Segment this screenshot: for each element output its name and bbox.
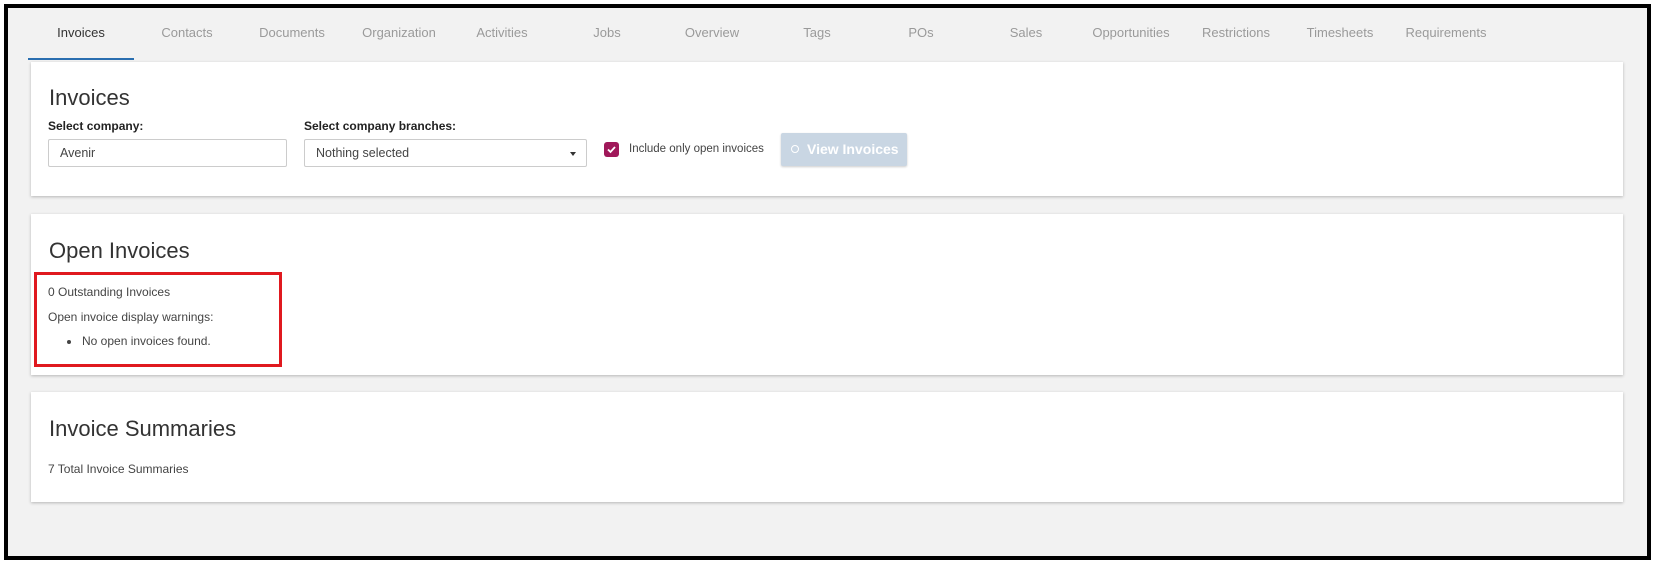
highlight-box [34,272,282,367]
branches-select-value: Nothing selected [316,146,410,160]
tab-documents[interactable]: Documents [249,24,335,58]
tab-pos[interactable]: POs [878,24,964,58]
total-summaries: 7 Total Invoice Summaries [48,462,189,476]
view-invoices-button[interactable]: View Invoices [781,133,907,166]
checkmark-icon [607,146,616,154]
tab-organization[interactable]: Organization [349,24,449,58]
branches-label: Select company branches: [304,119,457,133]
company-input[interactable]: Avenir [48,139,287,167]
tab-opportunities[interactable]: Opportunities [1079,24,1183,58]
invoices-card: Invoices Select company: Avenir Select c… [31,62,1623,196]
invoice-summaries-title: Invoice Summaries [49,416,237,441]
invoices-title: Invoices [49,85,130,110]
app-frame: Invoices Contacts Documents Organization… [4,4,1651,560]
open-invoices-title: Open Invoices [49,238,190,263]
branches-select[interactable]: Nothing selected [304,139,587,167]
spinner-icon [791,145,799,153]
open-invoices-checkbox-label: Include only open invoices [629,143,764,155]
tab-sales[interactable]: Sales [983,24,1069,58]
tab-activities[interactable]: Activities [459,24,545,58]
open-invoices-checkbox[interactable] [604,142,619,157]
company-label: Select company: [48,119,144,133]
tab-jobs[interactable]: Jobs [564,24,650,58]
invoice-summaries-card: Invoice Summaries 7 Total Invoice Summar… [31,392,1623,502]
tab-requirements[interactable]: Requirements [1393,24,1499,58]
view-invoices-button-label: View Invoices [807,141,899,157]
tab-invoices[interactable]: Invoices [28,24,134,60]
tab-restrictions[interactable]: Restrictions [1188,24,1284,58]
tab-tags[interactable]: Tags [774,24,860,58]
tab-timesheets[interactable]: Timesheets [1292,24,1388,58]
chevron-down-icon [570,152,576,156]
tab-contacts[interactable]: Contacts [144,24,230,58]
tab-bar: Invoices Contacts Documents Organization… [8,8,1647,60]
tab-overview[interactable]: Overview [669,24,755,58]
